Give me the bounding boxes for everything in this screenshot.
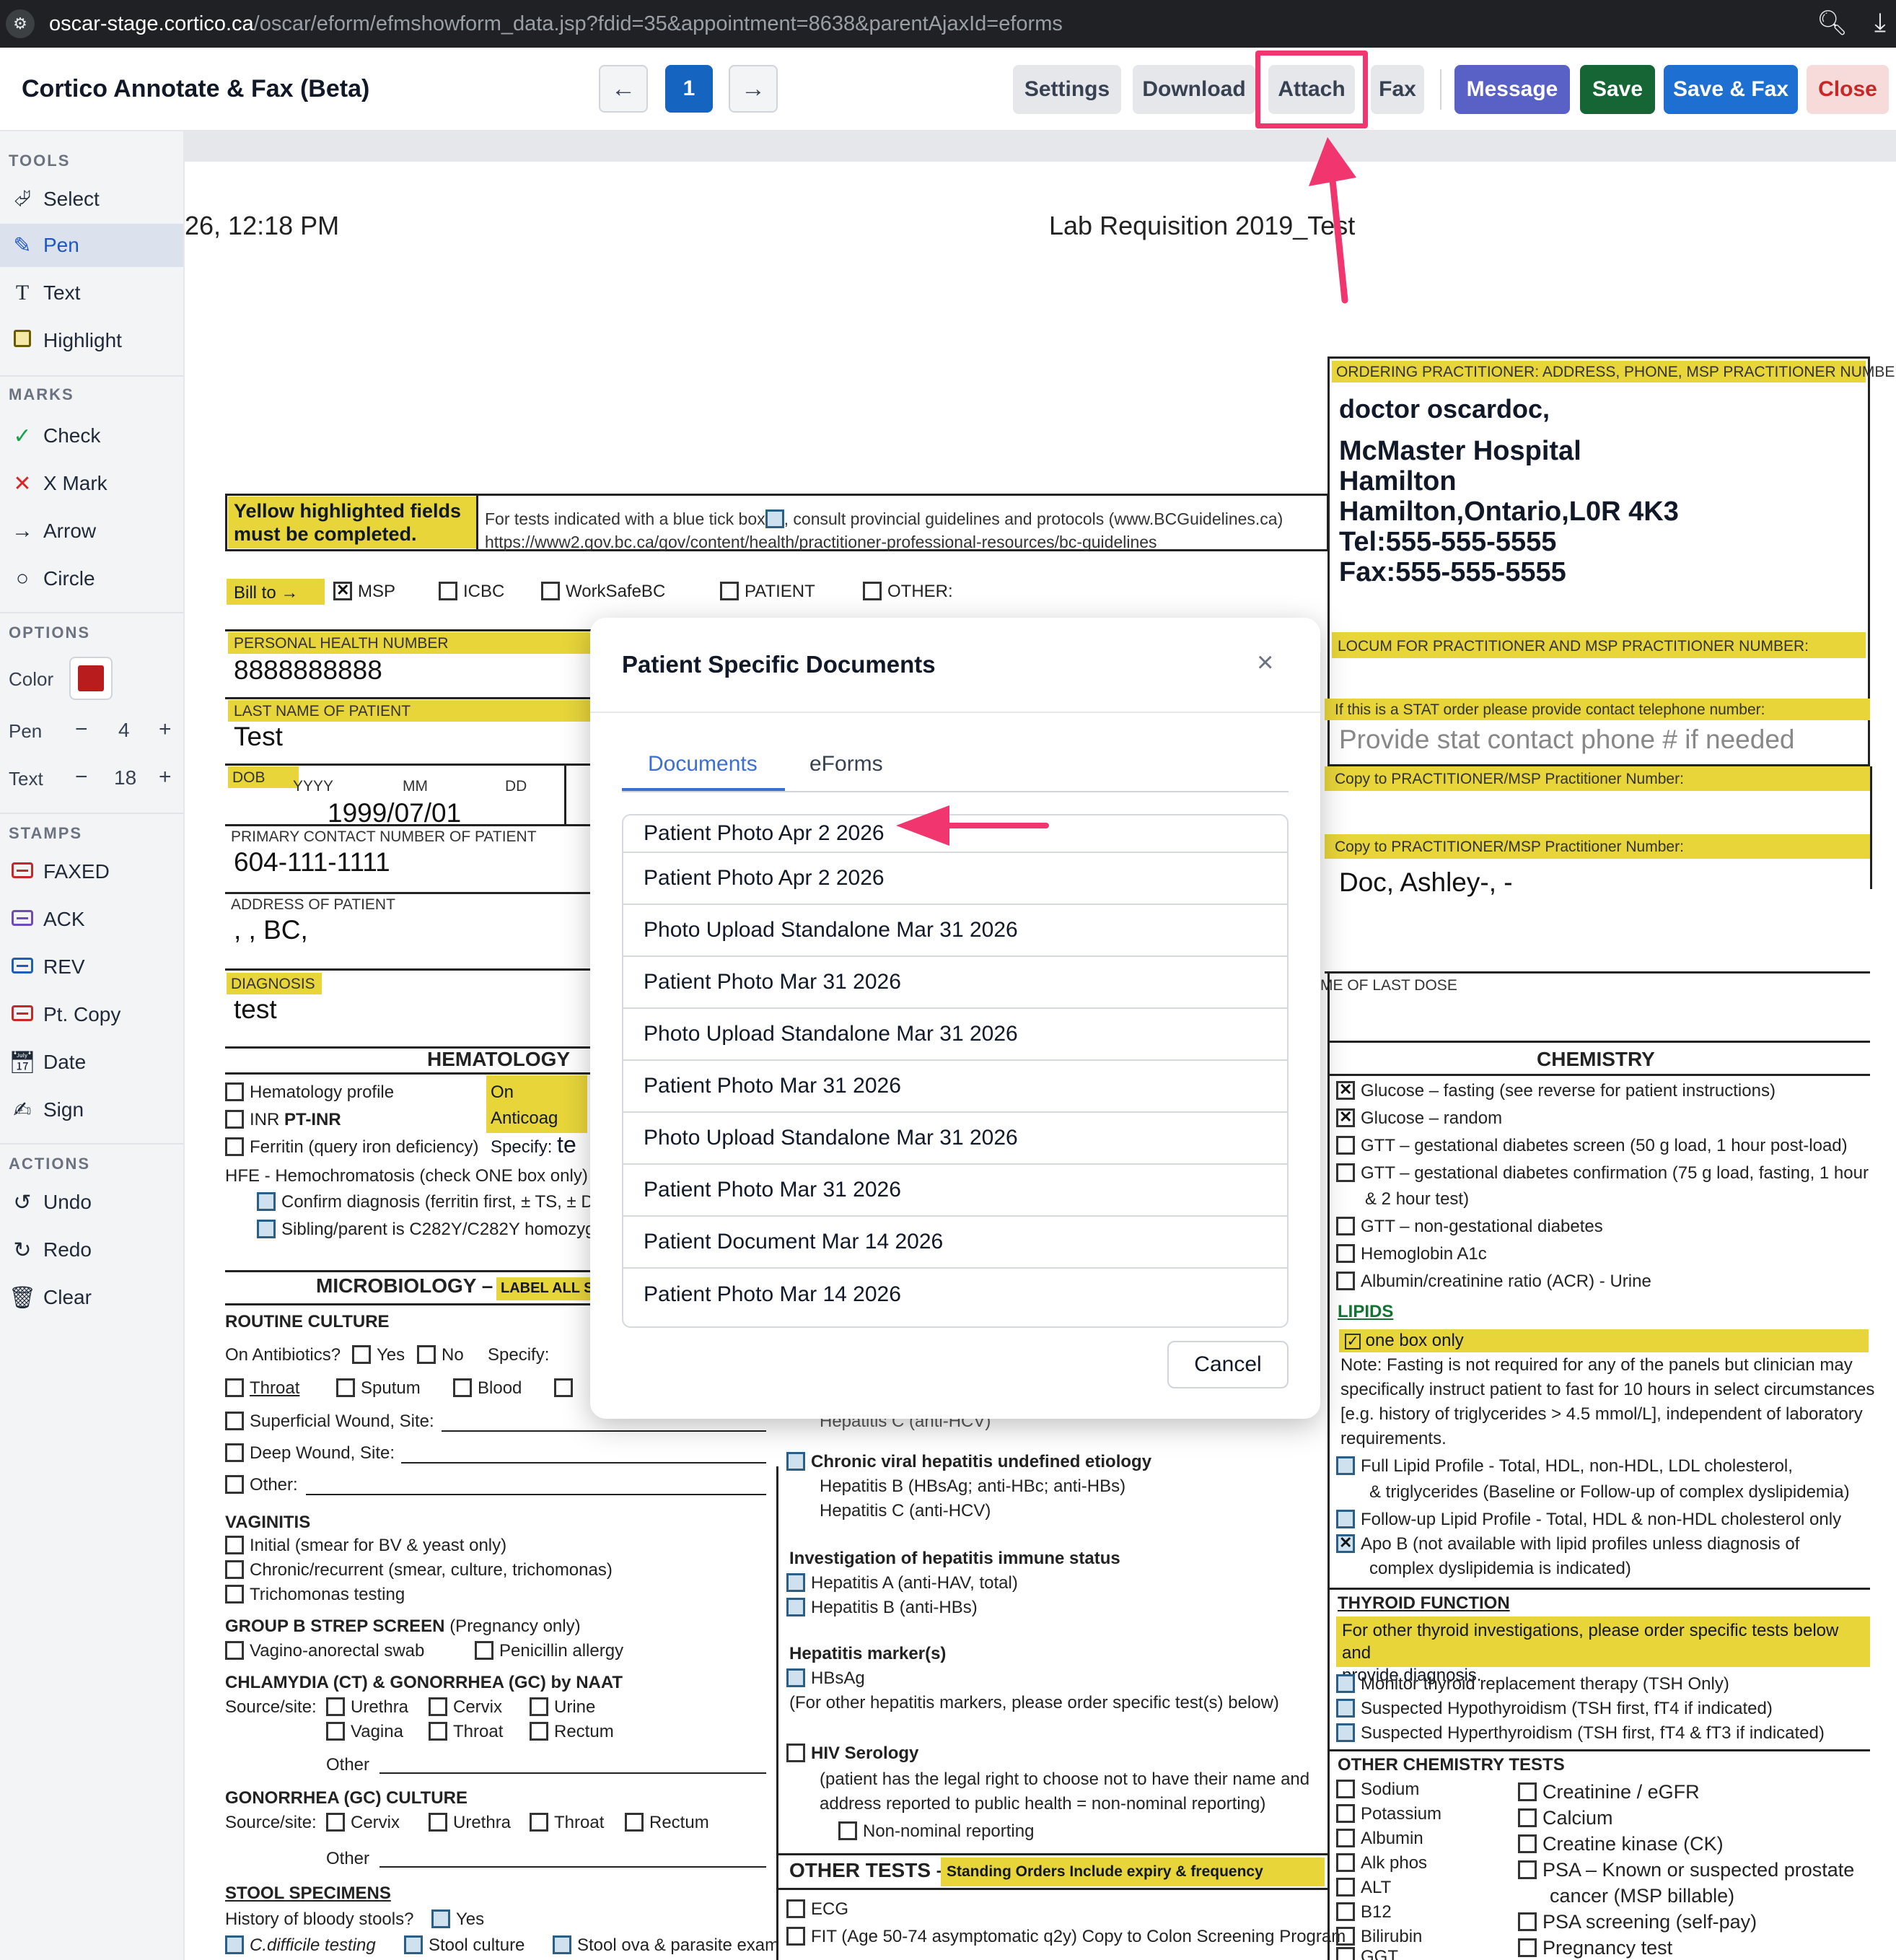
save-button[interactable]: Save bbox=[1580, 65, 1655, 114]
download-icon[interactable]: ⤓ bbox=[1874, 7, 1886, 38]
active-tab-indicator bbox=[622, 788, 785, 791]
list-item[interactable]: Patient Photo Mar 31 2026 bbox=[623, 957, 1287, 1009]
close-icon[interactable]: × bbox=[1257, 647, 1273, 679]
list-item[interactable]: Patient Document Mar 14 2026 bbox=[623, 1217, 1287, 1269]
site-settings-icon[interactable]: ⚙ bbox=[6, 9, 35, 38]
list-item[interactable]: Patient Photo Mar 31 2026 bbox=[623, 1165, 1287, 1217]
list-item[interactable]: Photo Upload Standalone Mar 31 2026 bbox=[623, 1009, 1287, 1061]
list-item[interactable]: Photo Upload Standalone Mar 31 2026 bbox=[623, 905, 1287, 957]
address-bar[interactable]: oscar-stage.cortico.ca/oscar/eform/efmsh… bbox=[49, 12, 1063, 36]
documents-list: Patient Photo Apr 2 2026 Patient Photo A… bbox=[622, 814, 1289, 1328]
document-arrow-annotation bbox=[896, 805, 1049, 846]
toolbar-divider bbox=[1440, 69, 1441, 110]
url-host: oscar-stage.cortico.ca bbox=[49, 12, 254, 35]
close-button[interactable]: Close bbox=[1807, 65, 1889, 114]
patient-documents-modal: Patient Specific Documents × Documents e… bbox=[590, 618, 1320, 1419]
cancel-button[interactable]: Cancel bbox=[1167, 1341, 1289, 1388]
message-button[interactable]: Message bbox=[1454, 65, 1570, 114]
zoom-icon[interactable]: 🔍︎ bbox=[1817, 9, 1848, 38]
url-path: /oscar/eform/efmshowform_data.jsp?fdid=3… bbox=[253, 12, 1063, 35]
list-item[interactable]: Patient Photo Apr 2 2026 bbox=[623, 853, 1287, 905]
modal-tabs: Documents eForms bbox=[622, 746, 1289, 792]
modal-title: Patient Specific Documents bbox=[622, 651, 936, 678]
list-item[interactable]: Patient Photo Mar 31 2026 bbox=[623, 1061, 1287, 1113]
list-item[interactable]: Photo Upload Standalone Mar 31 2026 bbox=[623, 1113, 1287, 1165]
modal-header: Patient Specific Documents × bbox=[590, 618, 1320, 713]
app-title: Cortico Annotate & Fax (Beta) bbox=[22, 75, 370, 102]
fax-button[interactable]: Fax bbox=[1371, 65, 1424, 114]
download-button[interactable]: Download bbox=[1133, 65, 1255, 114]
list-item[interactable]: Patient Photo Mar 14 2026 bbox=[623, 1269, 1287, 1321]
next-page-button[interactable]: → bbox=[729, 65, 778, 113]
prev-page-button[interactable]: ← bbox=[599, 65, 648, 113]
attach-highlight-annotation bbox=[1255, 51, 1368, 128]
tab-documents[interactable]: Documents bbox=[648, 752, 758, 776]
settings-button[interactable]: Settings bbox=[1013, 65, 1121, 114]
save-fax-button[interactable]: Save & Fax bbox=[1664, 65, 1798, 114]
tab-eforms[interactable]: eForms bbox=[809, 752, 883, 776]
page-number-button[interactable]: 1 bbox=[665, 65, 713, 113]
browser-url-bar: ⚙ oscar-stage.cortico.ca/oscar/eform/efm… bbox=[0, 0, 1896, 48]
app-header: Cortico Annotate & Fax (Beta) ← 1 → Sett… bbox=[0, 48, 1896, 131]
